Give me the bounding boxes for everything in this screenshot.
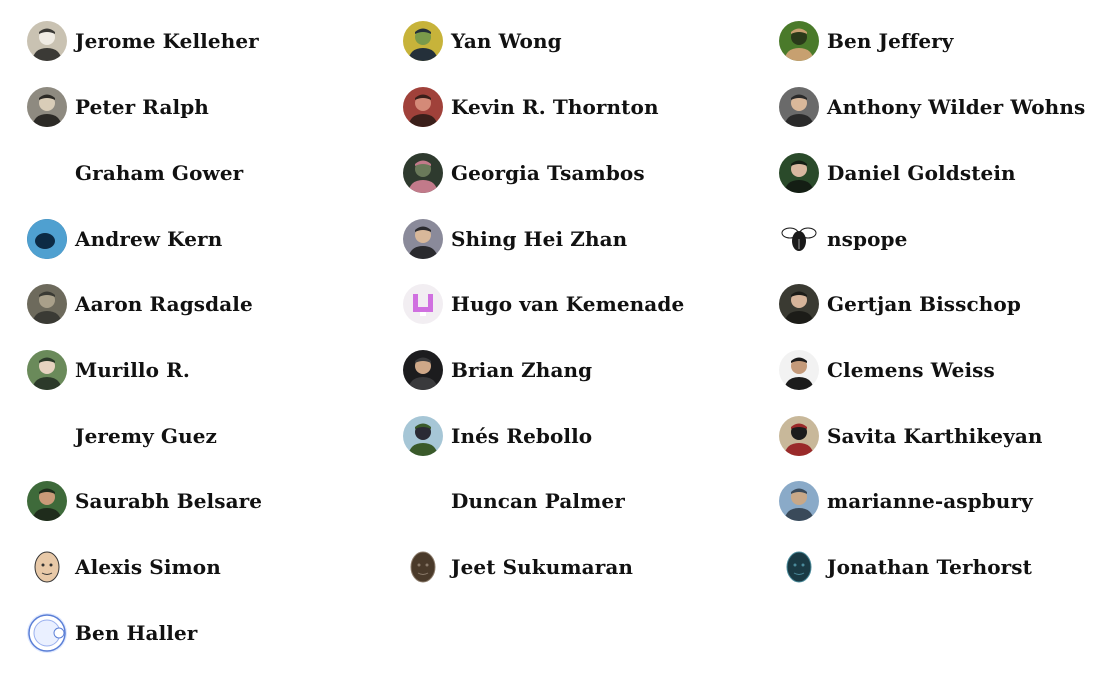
avatar[interactable]	[27, 416, 67, 456]
avatar[interactable]	[779, 153, 819, 193]
contributor-name[interactable]: Ben Jeffery	[827, 21, 954, 61]
contributor-name[interactable]: Saurabh Belsare	[75, 481, 262, 521]
contributors-grid: Jerome Kelleher Peter Ralph Graham Gower…	[0, 0, 1103, 693]
contributor-saurabh-belsare[interactable]: Saurabh Belsare	[27, 481, 262, 521]
contributor-peter-ralph[interactable]: Peter Ralph	[27, 87, 209, 127]
avatar[interactable]	[27, 481, 67, 521]
contributor-name[interactable]: Duncan Palmer	[451, 481, 625, 521]
contributor-name[interactable]: Kevin R. Thornton	[451, 87, 659, 127]
contributor-clemens-weiss[interactable]: Clemens Weiss	[779, 350, 995, 390]
avatar[interactable]	[403, 284, 443, 324]
contributor-andrew-kern[interactable]: Andrew Kern	[27, 219, 222, 259]
avatar[interactable]	[779, 416, 819, 456]
contributor-name[interactable]: Anthony Wilder Wohns	[827, 87, 1085, 127]
avatar[interactable]	[403, 153, 443, 193]
avatar[interactable]	[403, 350, 443, 390]
avatar[interactable]	[403, 219, 443, 259]
avatar[interactable]	[27, 284, 67, 324]
contributor-name[interactable]: Jeet Sukumaran	[451, 547, 633, 587]
contributor-jeremy-guez[interactable]: Jeremy Guez	[27, 416, 217, 456]
contributor-name[interactable]: Hugo van Kemenade	[451, 284, 684, 324]
avatar[interactable]	[27, 613, 67, 653]
avatar[interactable]	[403, 87, 443, 127]
avatar[interactable]	[779, 21, 819, 61]
contributor-nspope[interactable]: nspope	[779, 219, 907, 259]
contributor-aaron-ragsdale[interactable]: Aaron Ragsdale	[27, 284, 253, 324]
avatar[interactable]	[403, 481, 443, 521]
avatar[interactable]	[779, 219, 819, 259]
contributor-alexis-simon[interactable]: Alexis Simon	[27, 547, 221, 587]
avatar[interactable]	[27, 87, 67, 127]
contributor-murillo-r[interactable]: Murillo R.	[27, 350, 190, 390]
contributor-shing-hei-zhan[interactable]: Shing Hei Zhan	[403, 219, 627, 259]
contributor-name[interactable]: nspope	[827, 219, 907, 259]
contributor-daniel-goldstein[interactable]: Daniel Goldstein	[779, 153, 1016, 193]
contributor-name[interactable]: Andrew Kern	[75, 219, 222, 259]
contributor-name[interactable]: Murillo R.	[75, 350, 190, 390]
avatar[interactable]	[779, 284, 819, 324]
contributor-name[interactable]: Savita Karthikeyan	[827, 416, 1043, 456]
contributor-graham-gower[interactable]: Graham Gower	[27, 153, 243, 193]
contributor-anthony-wilder-wohns[interactable]: Anthony Wilder Wohns	[779, 87, 1085, 127]
avatar[interactable]	[27, 21, 67, 61]
avatar[interactable]	[27, 350, 67, 390]
contributor-name[interactable]: Clemens Weiss	[827, 350, 995, 390]
avatar[interactable]	[403, 21, 443, 61]
contributor-name[interactable]: Peter Ralph	[75, 87, 209, 127]
contributor-name[interactable]: Alexis Simon	[75, 547, 221, 587]
contributor-georgia-tsambos[interactable]: Georgia Tsambos	[403, 153, 645, 193]
avatar[interactable]	[779, 481, 819, 521]
avatar[interactable]	[403, 416, 443, 456]
contributor-name[interactable]: Jonathan Terhorst	[827, 547, 1032, 587]
avatar[interactable]	[779, 350, 819, 390]
contributor-name[interactable]: marianne-aspbury	[827, 481, 1033, 521]
avatar[interactable]	[27, 153, 67, 193]
contributor-brian-zhang[interactable]: Brian Zhang	[403, 350, 592, 390]
contributor-duncan-palmer[interactable]: Duncan Palmer	[403, 481, 625, 521]
contributor-ben-jeffery[interactable]: Ben Jeffery	[779, 21, 954, 61]
contributor-savita-karthikeyan[interactable]: Savita Karthikeyan	[779, 416, 1043, 456]
contributor-name[interactable]: Brian Zhang	[451, 350, 592, 390]
avatar[interactable]	[27, 547, 67, 587]
avatar[interactable]	[403, 547, 443, 587]
contributor-jeet-sukumaran[interactable]: Jeet Sukumaran	[403, 547, 633, 587]
contributor-name[interactable]: Jeremy Guez	[75, 416, 217, 456]
contributor-hugo-van-kemenade[interactable]: Hugo van Kemenade	[403, 284, 684, 324]
contributor-jonathan-terhorst[interactable]: Jonathan Terhorst	[779, 547, 1032, 587]
contributor-name[interactable]: Georgia Tsambos	[451, 153, 645, 193]
contributor-gertjan-bisschop[interactable]: Gertjan Bisschop	[779, 284, 1021, 324]
contributor-yan-wong[interactable]: Yan Wong	[403, 21, 562, 61]
avatar[interactable]	[779, 87, 819, 127]
contributor-name[interactable]: Shing Hei Zhan	[451, 219, 627, 259]
contributor-name[interactable]: Inés Rebollo	[451, 416, 592, 456]
contributor-ben-haller[interactable]: Ben Haller	[27, 613, 197, 653]
avatar[interactable]	[27, 219, 67, 259]
contributor-name[interactable]: Gertjan Bisschop	[827, 284, 1021, 324]
contributor-name[interactable]: Yan Wong	[451, 21, 562, 61]
contributor-kevin-r-thornton[interactable]: Kevin R. Thornton	[403, 87, 659, 127]
contributor-name[interactable]: Graham Gower	[75, 153, 243, 193]
contributor-name[interactable]: Daniel Goldstein	[827, 153, 1016, 193]
avatar[interactable]	[779, 547, 819, 587]
contributor-name[interactable]: Ben Haller	[75, 613, 197, 653]
contributor-jerome-kelleher[interactable]: Jerome Kelleher	[27, 21, 259, 61]
contributor-marianne-aspbury[interactable]: marianne-aspbury	[779, 481, 1033, 521]
contributor-name[interactable]: Aaron Ragsdale	[75, 284, 253, 324]
contributor-ines-rebollo[interactable]: Inés Rebollo	[403, 416, 592, 456]
contributor-name[interactable]: Jerome Kelleher	[75, 21, 259, 61]
